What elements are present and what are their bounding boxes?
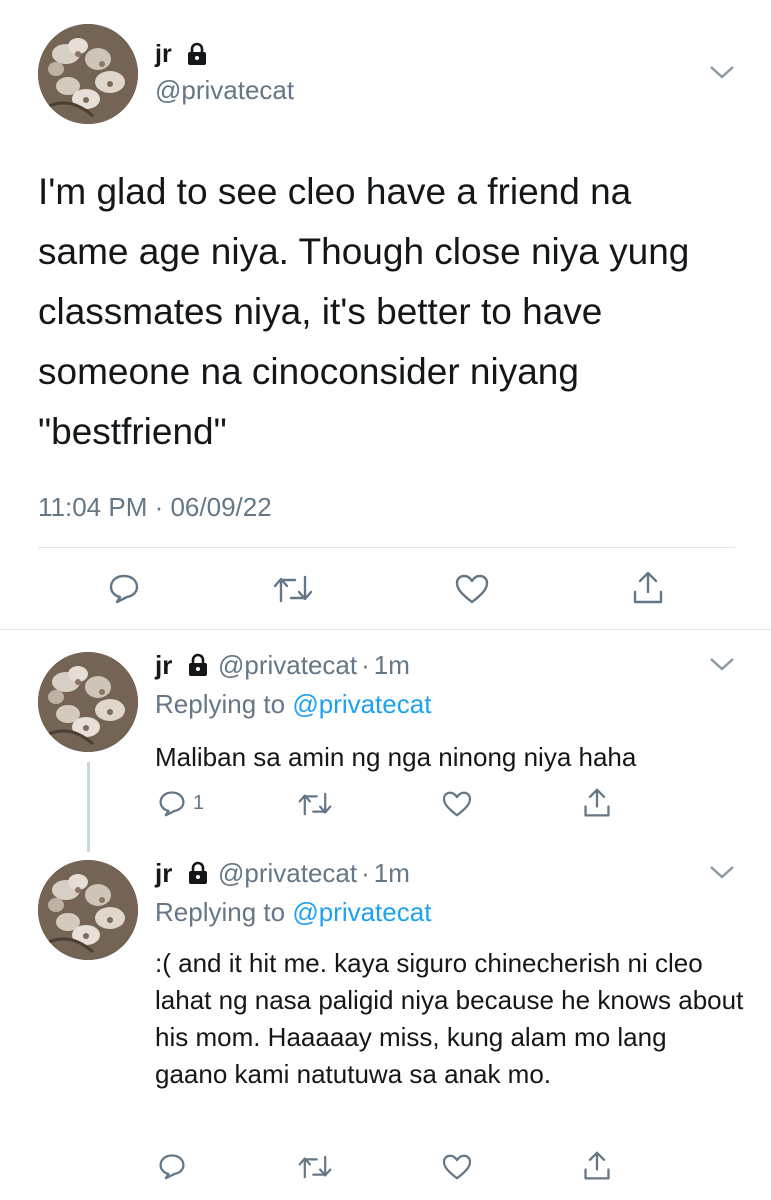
share-icon[interactable]	[582, 1150, 612, 1182]
handle[interactable]: @privatecat	[155, 75, 294, 106]
reply-header: jr	[155, 858, 172, 889]
handle[interactable]: @privatecat	[218, 858, 357, 888]
chevron-down-icon[interactable]	[709, 656, 735, 672]
retweet-icon[interactable]	[298, 1154, 332, 1180]
reply-icon[interactable]	[158, 789, 186, 817]
replying-handle-link[interactable]: @privatecat	[292, 689, 431, 719]
display-name[interactable]: jr	[155, 650, 172, 680]
separator: ·	[361, 650, 370, 680]
replying-to: Replying to @privatecat	[155, 897, 431, 928]
tweet-text: I'm glad to see cleo have a friend na sa…	[38, 171, 690, 452]
reply-count: 1	[193, 792, 205, 814]
replying-to: Replying to @privatecat	[155, 689, 431, 720]
chevron-down-icon[interactable]	[709, 64, 735, 80]
retweet-icon[interactable]	[273, 574, 313, 604]
reply-header: jr	[155, 650, 172, 681]
reply-text: :( and it hit me. kaya siguro chinecheri…	[155, 948, 744, 1089]
retweet-icon[interactable]	[298, 791, 332, 817]
display-name[interactable]: jr	[155, 40, 172, 69]
reply-time[interactable]: 1m	[374, 858, 410, 888]
heart-icon[interactable]	[455, 574, 489, 604]
reply-text: Maliban sa amin ng nga ninong niya haha	[155, 742, 637, 772]
reply-icon[interactable]	[108, 572, 140, 604]
avatar[interactable]	[38, 860, 138, 960]
share-icon[interactable]	[631, 570, 665, 606]
avatar[interactable]	[38, 652, 138, 752]
lock-icon	[187, 861, 209, 885]
lock-icon	[186, 42, 208, 66]
replying-handle-link[interactable]: @privatecat	[292, 897, 431, 927]
reply-meta: @privatecat · 1m	[218, 858, 410, 889]
tweet-timestamp: 11:04 PM · 06/09/22	[38, 492, 272, 522]
display-name[interactable]: jr	[155, 858, 172, 888]
share-icon[interactable]	[582, 787, 612, 819]
heart-icon[interactable]	[442, 791, 472, 817]
heart-icon[interactable]	[442, 1154, 472, 1180]
avatar[interactable]	[38, 24, 138, 124]
separator: ·	[361, 858, 370, 888]
section-divider	[0, 629, 771, 630]
reply-time[interactable]: 1m	[374, 650, 410, 680]
reply-meta: @privatecat · 1m	[218, 650, 410, 681]
reply-icon[interactable]	[158, 1152, 186, 1180]
lock-icon	[187, 653, 209, 677]
thread-connector	[87, 762, 90, 852]
replying-prefix: Replying to	[155, 689, 286, 719]
replying-prefix: Replying to	[155, 897, 286, 927]
handle[interactable]: @privatecat	[218, 650, 357, 680]
chevron-down-icon[interactable]	[709, 864, 735, 880]
divider	[38, 547, 735, 548]
